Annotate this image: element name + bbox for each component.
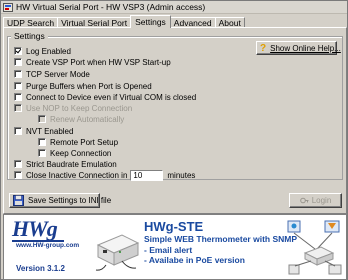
- option-log-enabled[interactable]: Log Enabled: [14, 46, 71, 56]
- option-strict-baudrate[interactable]: Strict Baudrate Emulation: [14, 159, 117, 169]
- settings-group-label: Settings: [11, 31, 48, 41]
- help-icon: ?: [260, 42, 267, 54]
- product-name: HWg-STE: [144, 219, 204, 234]
- option-remote-port-setup[interactable]: Remote Port Setup: [38, 137, 118, 147]
- inactive-minutes-input[interactable]: 10: [130, 169, 164, 181]
- option-label: Renew Automatically: [50, 114, 125, 124]
- strict-baudrate-checkbox[interactable]: [14, 160, 22, 168]
- option-label: TCP Server Mode: [26, 69, 90, 79]
- save-settings-button[interactable]: Save Settings to INI file: [9, 193, 111, 208]
- option-use-nop[interactable]: Use NOP to Keep Connection: [14, 103, 132, 113]
- option-renew-automatically[interactable]: Renew Automatically: [38, 114, 124, 124]
- option-nvt-enabled[interactable]: NVT Enabled: [14, 126, 73, 136]
- tcp-server-checkbox[interactable]: [14, 70, 22, 78]
- show-online-help-button[interactable]: ? Show Online Help...: [256, 41, 341, 55]
- promo-line-1: Simple WEB Thermometer with SNMP: [144, 234, 298, 244]
- log-enabled-checkbox[interactable]: [14, 47, 22, 55]
- window-title: HW Virtual Serial Port - HW VSP3 (Admin …: [16, 2, 206, 12]
- use-nop-checkbox[interactable]: [14, 104, 22, 112]
- renew-automatically-checkbox[interactable]: [38, 115, 46, 123]
- option-label: Keep Connection: [50, 148, 112, 158]
- purge-buffers-checkbox[interactable]: [14, 82, 22, 90]
- connect-device-checkbox[interactable]: [14, 93, 22, 101]
- login-button-label: Login: [311, 196, 332, 205]
- option-label: Close Inactive Connection in: [26, 170, 128, 180]
- option-label: Log Enabled: [26, 46, 71, 56]
- remote-port-setup-checkbox[interactable]: [38, 138, 46, 146]
- logo-hw: HW: [12, 216, 48, 241]
- app-window: HW Virtual Serial Port - HW VSP3 (Admin …: [0, 0, 348, 280]
- thermometer-device-image: [95, 234, 140, 271]
- option-connect-device[interactable]: Connect to Device even if Virtual COM is…: [14, 92, 196, 102]
- promo-line-3: - Availabe in PoE version: [144, 255, 245, 265]
- option-label: Purge Buffers when Port is Opened: [26, 81, 152, 91]
- hwg-url: www.HW-group.com: [16, 242, 80, 249]
- option-label: Use NOP to Keep Connection: [26, 103, 133, 113]
- option-purge-buffers[interactable]: Purge Buffers when Port is Opened: [14, 81, 152, 91]
- version-label: Version 3.1.2: [16, 264, 65, 273]
- option-tcp-server[interactable]: TCP Server Mode: [14, 69, 90, 79]
- login-button[interactable]: Login: [289, 193, 342, 208]
- app-icon: [3, 2, 13, 12]
- title-bar: HW Virtual Serial Port - HW VSP3 (Admin …: [1, 1, 347, 14]
- promo-text: HWg-STE Simple WEB Thermometer with SNMP…: [144, 220, 297, 266]
- option-keep-connection[interactable]: Keep Connection: [38, 148, 111, 158]
- option-label: Connect to Device even if Virtual COM is…: [26, 92, 197, 102]
- tab-settings[interactable]: Settings: [130, 15, 171, 28]
- promo-banner[interactable]: HWg www.HW-group.com Version 3.1.2 HWg-S…: [3, 214, 347, 280]
- option-label: NVT Enabled: [26, 126, 74, 136]
- save-button-label: Save Settings to INI file: [28, 196, 112, 205]
- option-close-inactive[interactable]: Close Inactive Connection in 10 minutes: [14, 169, 196, 181]
- option-label: Create VSP Port when HW VSP Start-up: [26, 57, 171, 67]
- network-diagram-image: [287, 220, 342, 275]
- keep-connection-checkbox[interactable]: [38, 149, 46, 157]
- logo-g: g: [46, 216, 58, 241]
- close-inactive-checkbox[interactable]: [14, 171, 22, 179]
- hwg-logo: HWg: [12, 218, 58, 240]
- create-vsp-checkbox[interactable]: [14, 58, 22, 66]
- login-icon: [299, 196, 309, 205]
- save-icon: [13, 195, 24, 206]
- option-label: Strict Baudrate Emulation: [26, 159, 117, 169]
- minutes-label: minutes: [167, 170, 196, 180]
- help-button-label: Show Online Help...: [270, 43, 341, 53]
- option-label: Remote Port Setup: [50, 137, 119, 147]
- nvt-enabled-checkbox[interactable]: [14, 127, 22, 135]
- option-create-vsp[interactable]: Create VSP Port when HW VSP Start-up: [14, 57, 171, 67]
- promo-line-2: - Email alert: [144, 244, 193, 255]
